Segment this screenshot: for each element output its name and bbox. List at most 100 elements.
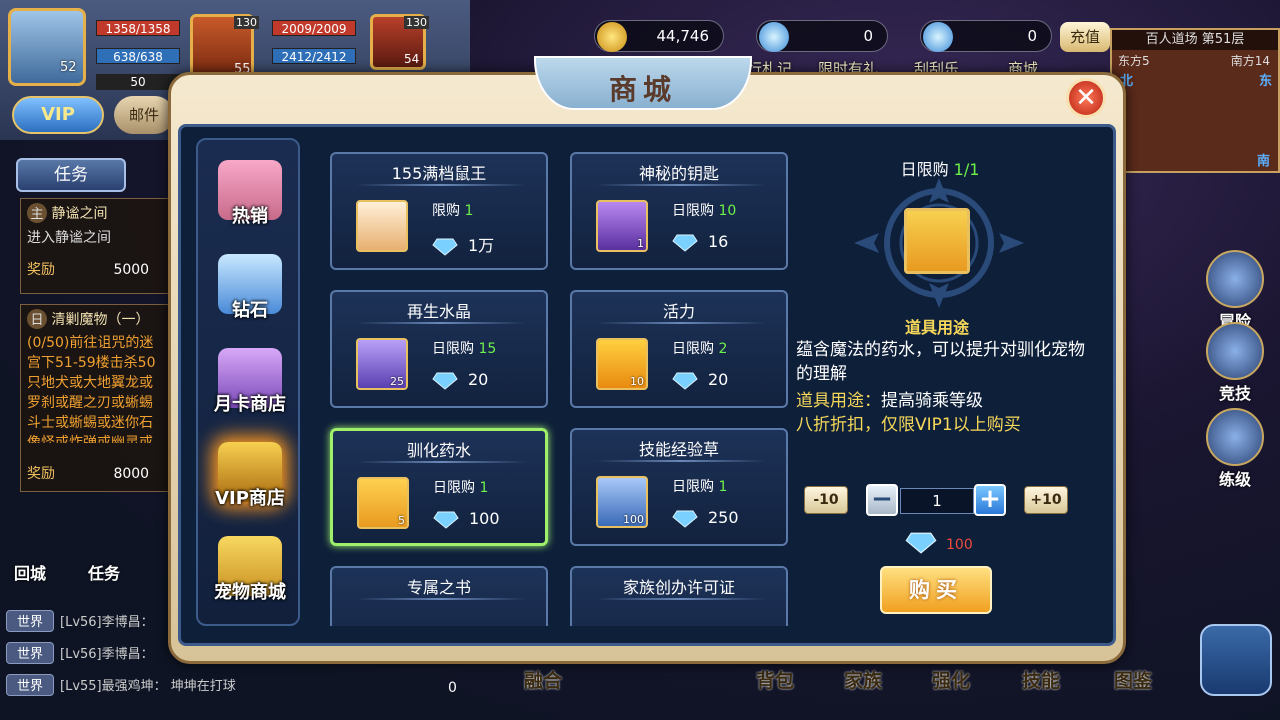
key-icon: 1 xyxy=(596,200,648,252)
minimap-south: 南 xyxy=(1256,154,1270,169)
quest-main-reward-label: 奖励 xyxy=(27,262,55,278)
chat-message: [Lv55]最强鸡坤： 坤坤在打球 xyxy=(60,679,236,694)
quest-daily[interactable]: 日 清剿魔物（一） (0/50)前往诅咒的迷宫下51-59楼击杀50只地犬或大地… xyxy=(20,304,170,492)
minimap-coord-right: 南方14 xyxy=(1230,54,1270,68)
shop-item-card[interactable]: 活力 10 日限购 2 20 xyxy=(570,290,788,408)
item-use-label: 道具用途： xyxy=(796,391,881,411)
item-name: 驯化药水 xyxy=(406,441,471,460)
diamond-icon xyxy=(672,510,698,528)
enhance-button[interactable]: 强化 xyxy=(932,666,970,693)
quest-main[interactable]: 主 静谧之间 进入静谧之间 奖励 5000 xyxy=(20,198,170,294)
adventure-button[interactable]: 冒险 xyxy=(1200,250,1270,332)
shop-item-card[interactable]: 155满档鼠王 限购 1 1万 xyxy=(330,152,548,270)
bound-diamond-amount: 0 xyxy=(1027,27,1037,45)
category-vip[interactable]: VIP商店 xyxy=(198,436,298,526)
item-limit: 日限购 2 xyxy=(672,338,727,358)
return-city-button[interactable]: 回城 xyxy=(14,560,46,584)
chat-line: 世界 [Lv55]最强鸡坤： 坤坤在打球 xyxy=(6,674,236,698)
shop-title: 商城 xyxy=(608,73,677,106)
minimap[interactable]: 百人道场 第51层 东方5 南方14 北 东 南 xyxy=(1110,28,1280,173)
fuse-button[interactable]: 融合 xyxy=(524,666,562,693)
family-button[interactable]: 家族 xyxy=(844,666,882,693)
rat-king-icon xyxy=(356,200,408,252)
shop-item-card[interactable]: 再生水晶 25 日限购 15 20 xyxy=(330,290,548,408)
selected-potion-icon xyxy=(904,208,970,274)
plus-ten-button[interactable]: +10 xyxy=(1024,486,1068,514)
plus-button[interactable]: + xyxy=(974,484,1006,516)
arena-button[interactable]: 竞技 xyxy=(1200,322,1270,404)
quest-main-title: 静谧之间 xyxy=(51,206,108,222)
category-pet[interactable]: 宠物商城 xyxy=(198,530,298,620)
item-count: 100 xyxy=(623,513,644,526)
gold-coin-icon xyxy=(597,22,627,52)
main-menu-icon[interactable] xyxy=(1200,624,1272,696)
item-price: 20 xyxy=(432,370,488,390)
shop-item-card[interactable]: 家族创办许可证 xyxy=(570,566,788,626)
minimap-title: 百人道场 第51层 xyxy=(1112,30,1278,50)
limit-value: 1 xyxy=(464,203,474,219)
category-label: 宠物商城 xyxy=(214,582,286,603)
skill-button[interactable]: 技能 xyxy=(1022,666,1060,693)
quest-main-reward: 5000 xyxy=(113,262,150,278)
category-label: 热销 xyxy=(232,206,268,227)
quest-tab[interactable]: 任务 xyxy=(16,158,126,192)
player-hp-bar: 1358/1358 xyxy=(96,20,180,36)
vip-button[interactable]: VIP xyxy=(12,96,104,134)
limit-value: 1 xyxy=(479,480,489,496)
minus-ten-button[interactable]: -10 xyxy=(804,486,848,514)
item-use-heading: 道具用途 xyxy=(904,318,969,337)
item-limit: 日限购 15 xyxy=(432,338,496,358)
diamond-counter: 0 xyxy=(756,20,888,52)
gold-amount: 44,746 xyxy=(656,27,710,45)
codex-button[interactable]: 图鉴 xyxy=(1114,666,1152,693)
close-icon[interactable]: ✕ xyxy=(1066,78,1106,118)
shop-category-list[interactable]: 热销 钻石 月卡商店 VIP商店 宠物商城 xyxy=(196,138,300,626)
quantity-input[interactable]: 1 xyxy=(900,488,974,514)
item-count: 1 xyxy=(637,237,644,250)
divider xyxy=(596,184,766,186)
detail-limit-label: 日限购 xyxy=(900,160,949,179)
diamond-icon xyxy=(432,372,458,390)
diamond-icon xyxy=(433,511,459,529)
item-name: 再生水晶 xyxy=(406,302,471,321)
item-limit: 限购 1 xyxy=(432,200,473,220)
mail-button[interactable]: 邮件 xyxy=(114,96,174,134)
minimap-coord-left: 东方5 xyxy=(1118,54,1150,68)
shop-item-card[interactable]: 专属之书 xyxy=(330,566,548,626)
item-price: 250 xyxy=(672,508,739,528)
shop-item-card[interactable]: 神秘的钥匙 1 日限购 10 16 xyxy=(570,152,788,270)
category-diamond[interactable]: 钻石 xyxy=(198,248,298,338)
pet-hp-bar: 2009/2009 xyxy=(272,20,356,36)
training-button[interactable]: 练级 xyxy=(1200,408,1270,490)
potion-icon: 5 xyxy=(357,477,409,529)
task-shortcut-button[interactable]: 任务 xyxy=(88,560,120,584)
shop-item-grid[interactable]: 155满档鼠王 限购 1 1万 神秘的钥匙 1 日限购 10 16 再生水晶 2… xyxy=(314,138,802,626)
limit-value: 1 xyxy=(718,479,728,495)
bag-button[interactable]: 背包 xyxy=(756,666,794,693)
item-use-value: 提高骑乘等级 xyxy=(881,391,983,411)
pet-level-d: 54 xyxy=(404,52,420,66)
recharge-button[interactable]: 充值 xyxy=(1060,22,1110,52)
buy-button[interactable]: 购买 xyxy=(880,566,992,614)
category-monthly-card[interactable]: 月卡商店 xyxy=(198,342,298,432)
arena-icon xyxy=(1206,322,1264,380)
item-count: 5 xyxy=(398,514,405,527)
minus-button[interactable]: − xyxy=(866,484,898,516)
diamond-icon xyxy=(672,372,698,390)
divider xyxy=(596,598,766,600)
shop-item-card[interactable]: 技能经验草 100 日限购 1 250 xyxy=(570,428,788,546)
item-count: 10 xyxy=(630,375,644,388)
category-hot[interactable]: 热销 xyxy=(198,154,298,244)
divider xyxy=(356,598,526,600)
item-count: 25 xyxy=(390,375,404,388)
quest-daily-progress: (0/50) xyxy=(27,335,70,351)
limit-label: 日限购 xyxy=(672,341,714,357)
quest-daily-title: 清剿魔物（一） xyxy=(51,312,150,328)
price-value: 20 xyxy=(468,370,489,389)
item-price: 16 xyxy=(672,232,728,252)
shop-item-card-selected[interactable]: 驯化药水 5 日限购 1 100 xyxy=(330,428,548,546)
adventure-icon xyxy=(1206,250,1264,308)
limit-label: 日限购 xyxy=(672,203,714,219)
limit-label: 日限购 xyxy=(433,480,475,496)
item-name: 技能经验草 xyxy=(638,440,719,459)
